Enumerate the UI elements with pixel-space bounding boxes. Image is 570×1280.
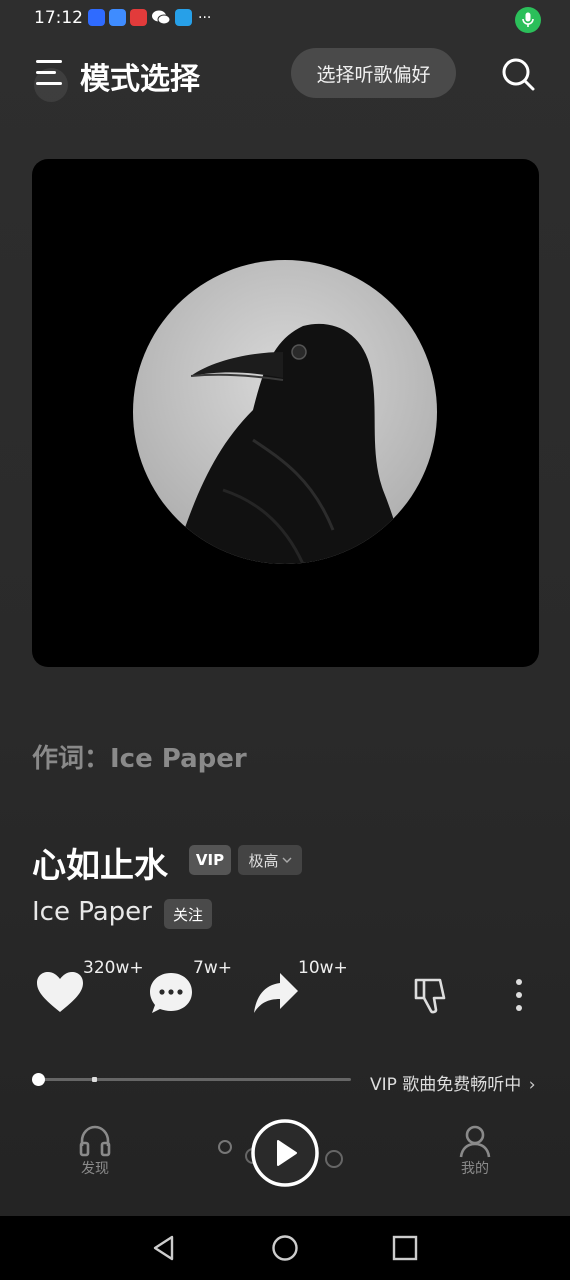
- raven-image: [133, 260, 437, 564]
- recent-apps-icon[interactable]: [392, 1235, 418, 1261]
- shield-app-icon: [88, 9, 105, 26]
- home-icon[interactable]: [271, 1234, 299, 1262]
- vip-free-listening-link[interactable]: VIP 歌曲免费畅听中 ›: [370, 1070, 536, 1095]
- more-options-icon[interactable]: [512, 978, 526, 1012]
- dislike-thumb-icon[interactable]: [412, 976, 448, 1014]
- back-icon[interactable]: [150, 1234, 178, 1262]
- system-navigation-bar: [0, 1216, 570, 1280]
- play-button[interactable]: [250, 1118, 320, 1188]
- like-count: 320w+: [83, 958, 144, 978]
- artist-name[interactable]: Ice Paper: [32, 897, 152, 927]
- chevron-right-icon: ›: [528, 1075, 536, 1095]
- listening-preference-button[interactable]: 选择听歌偏好: [291, 48, 456, 98]
- search-icon[interactable]: [500, 56, 536, 92]
- progress-knob[interactable]: [32, 1073, 45, 1086]
- chevron-down-icon: [282, 857, 291, 863]
- share-icon[interactable]: [252, 971, 300, 1015]
- page-title: 模式选择: [80, 62, 200, 97]
- album-art-disc: [133, 260, 437, 564]
- vip-free-text: VIP 歌曲免费畅听中: [370, 1075, 522, 1095]
- song-title: 心如止水: [32, 846, 168, 886]
- headphones-icon: [79, 1125, 111, 1157]
- nav-discover-label: 发现: [81, 1161, 109, 1177]
- status-app-icons: ···: [88, 9, 211, 26]
- more-notifications-icon: ···: [198, 9, 212, 26]
- share-count: 10w+: [298, 958, 348, 978]
- comment-count: 7w+: [193, 958, 232, 978]
- shopping-app-icon: [130, 9, 147, 26]
- vip-badge: VIP: [189, 845, 231, 875]
- progress-track[interactable]: [38, 1078, 351, 1081]
- user-icon: [459, 1125, 491, 1158]
- reader-app-icon: [175, 9, 192, 26]
- lyricist-credit: 作词：Ice Paper: [32, 744, 247, 774]
- nav-mine[interactable]: 我的: [445, 1124, 505, 1178]
- status-time: 17:12: [34, 8, 83, 28]
- browser-app-icon: [109, 9, 126, 26]
- microphone-icon: [515, 7, 541, 33]
- follow-button[interactable]: 关注: [164, 899, 212, 929]
- audio-quality-selector[interactable]: 极高: [238, 845, 302, 875]
- like-heart-icon[interactable]: [35, 970, 85, 1014]
- menu-icon[interactable]: [34, 60, 68, 102]
- nav-mine-label: 我的: [461, 1161, 489, 1177]
- comment-icon[interactable]: [148, 971, 194, 1015]
- nav-discover[interactable]: 发现: [65, 1124, 125, 1178]
- wechat-icon: [152, 10, 171, 25]
- quality-label: 极高: [248, 851, 279, 870]
- buffer-marker: [92, 1077, 97, 1082]
